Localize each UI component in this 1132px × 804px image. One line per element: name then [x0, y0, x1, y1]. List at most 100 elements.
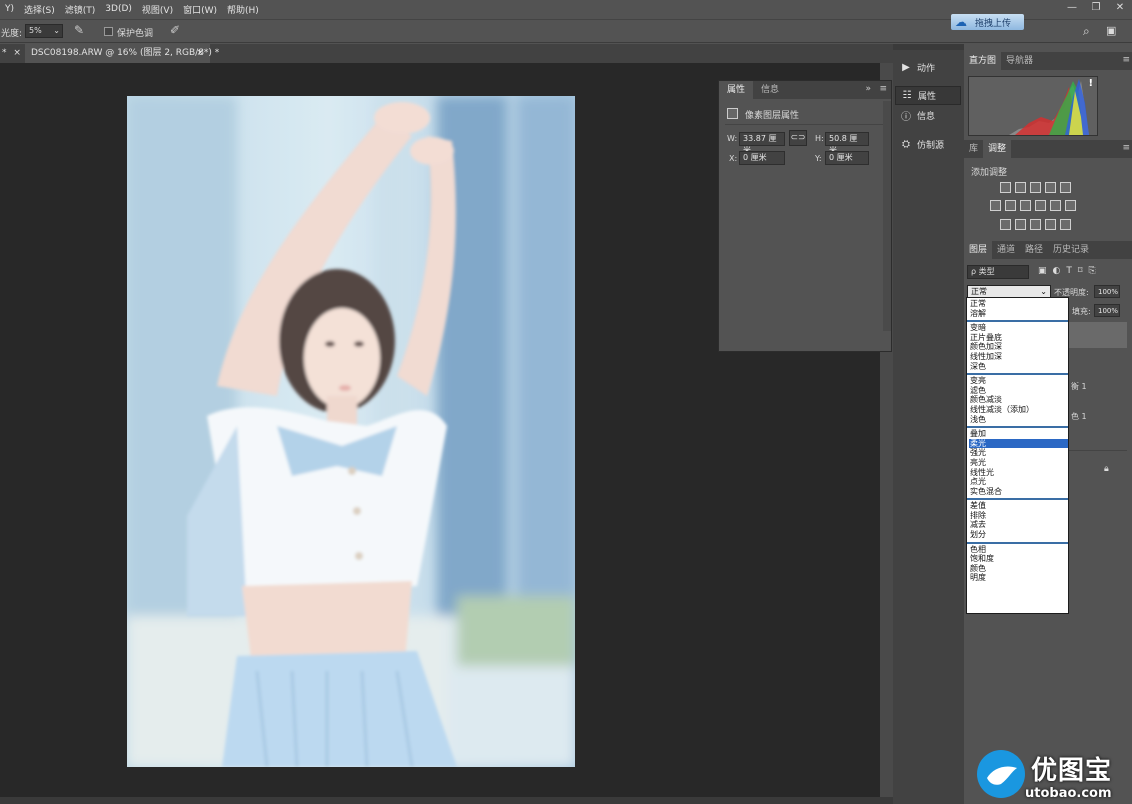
- tab-info[interactable]: 信息: [753, 81, 787, 99]
- protect-tones-label: 保护色调: [117, 29, 154, 39]
- blend-mode-option[interactable]: 明度: [969, 573, 1068, 583]
- hue-saturation-icon[interactable]: [990, 200, 1001, 211]
- tab-current-document[interactable]: DSC08198.ARW @ 16% (图层 2, RGB/8*) * ×: [25, 44, 219, 63]
- cloud-upload-button[interactable]: ☁ 拖拽上传: [951, 14, 1024, 30]
- tab-previous-document[interactable]: * ×: [0, 44, 22, 63]
- blend-mode-option[interactable]: 线性光: [969, 468, 1068, 478]
- blend-mode-option[interactable]: 变暗: [969, 323, 1068, 333]
- blend-mode-option[interactable]: 亮光: [969, 458, 1068, 468]
- layer-row-selected[interactable]: [1067, 322, 1127, 348]
- dock-item-actions[interactable]: ▶ 动作: [895, 58, 961, 77]
- workspace-icon[interactable]: ▣: [1106, 24, 1116, 37]
- menu-item-3d[interactable]: 3D(D): [100, 4, 137, 14]
- blend-mode-option[interactable]: 线性减淡（添加）: [969, 405, 1068, 415]
- tab-paths[interactable]: 路径: [1020, 241, 1048, 259]
- lock-icon[interactable]: 🔒︎: [1104, 464, 1109, 474]
- menu-item-help[interactable]: 帮助(H): [222, 3, 264, 16]
- exposure-select[interactable]: 5% ⌄: [25, 24, 63, 38]
- menu-item-window[interactable]: 窗口(W): [178, 3, 222, 16]
- search-icon[interactable]: ⌕: [1083, 24, 1090, 39]
- properties-scrollbar[interactable]: [883, 101, 891, 331]
- blend-mode-dropdown[interactable]: 正常 溶解变暗 正片叠底 颜色加深 线性加深 深色变亮 滤色 颜色减淡 线性减淡（添加） 浅色叠加…: [966, 297, 1069, 614]
- tab-channels[interactable]: 通道: [992, 241, 1020, 259]
- dock-item-properties[interactable]: ☷ 属性: [895, 86, 961, 105]
- warning-icon[interactable]: !: [1088, 78, 1093, 89]
- layer-filter-select[interactable]: ρ 类型: [967, 265, 1029, 279]
- blend-mode-option[interactable]: 强光: [969, 448, 1068, 458]
- blend-mode-option[interactable]: 差值: [969, 501, 1068, 511]
- curves-icon[interactable]: [1030, 182, 1041, 193]
- collapse-icon[interactable]: »: [865, 84, 871, 94]
- minimize-button[interactable]: —: [1060, 0, 1084, 16]
- blend-mode-option[interactable]: 溶解: [969, 309, 1068, 319]
- blend-mode-option[interactable]: 线性加深: [969, 352, 1068, 362]
- document-image[interactable]: [127, 96, 575, 767]
- tab-adjustments[interactable]: 调整: [983, 140, 1012, 158]
- close-button[interactable]: ✕: [1108, 0, 1132, 16]
- x-field[interactable]: 0 厘米: [739, 151, 785, 165]
- blend-mode-option[interactable]: 深色: [969, 362, 1068, 372]
- color-lookup-icon[interactable]: [1065, 200, 1076, 211]
- blend-mode-option[interactable]: 颜色加深: [969, 342, 1068, 352]
- invert-icon[interactable]: [1000, 219, 1011, 230]
- menu-item-type[interactable]: Y): [0, 4, 19, 14]
- panel-menu-icon[interactable]: ≡: [1122, 143, 1130, 153]
- tab-close-icon[interactable]: ×: [196, 44, 204, 63]
- gradient-map-icon[interactable]: [1060, 219, 1071, 230]
- airbrush-icon[interactable]: ✎: [74, 23, 84, 37]
- layer-row[interactable]: 衡 1: [1067, 374, 1127, 398]
- dock-item-info[interactable]: ⓘ 信息: [895, 106, 961, 125]
- link-icon[interactable]: ⊂⊃: [789, 130, 807, 146]
- blend-mode-option[interactable]: 变亮: [969, 376, 1068, 386]
- tab-properties[interactable]: 属性: [719, 81, 754, 99]
- vibrance-icon[interactable]: [1060, 182, 1071, 193]
- menu-item-filter[interactable]: 滤镜(T): [60, 3, 101, 16]
- panel-menu-icon[interactable]: ≡: [1122, 55, 1130, 65]
- menu-item-view[interactable]: 视图(V): [137, 3, 178, 16]
- tab-history[interactable]: 历史记录: [1048, 241, 1094, 259]
- menu-item-select[interactable]: 选择(S): [19, 3, 60, 16]
- blend-mode-option[interactable]: 正片叠底: [969, 333, 1068, 343]
- blend-mode-option[interactable]: 点光: [969, 477, 1068, 487]
- restore-button[interactable]: ❐: [1084, 0, 1108, 16]
- tab-library[interactable]: 库: [964, 140, 983, 158]
- fill-field[interactable]: 100%: [1094, 304, 1120, 317]
- tab-layers[interactable]: 图层: [964, 241, 993, 259]
- panel-menu-icon[interactable]: ≡: [879, 84, 887, 94]
- photo-filter-icon[interactable]: [1035, 200, 1046, 211]
- layer-filter-icons[interactable]: ▣◐T⌑⎘: [1038, 266, 1128, 278]
- blend-mode-option[interactable]: 减去: [969, 520, 1068, 530]
- exposure-icon[interactable]: [1045, 182, 1056, 193]
- protect-tones-checkbox[interactable]: [104, 27, 113, 36]
- posterize-icon[interactable]: [1015, 219, 1026, 230]
- tab-navigator[interactable]: 导航器: [1001, 52, 1038, 70]
- tab-histogram[interactable]: 直方图: [964, 52, 1002, 70]
- opacity-field[interactable]: 100%: [1094, 285, 1120, 298]
- y-field[interactable]: 0 厘米: [825, 151, 869, 165]
- brightness-icon[interactable]: [1000, 182, 1011, 193]
- blend-mode-option[interactable]: 颜色减淡: [969, 395, 1068, 405]
- color-balance-icon[interactable]: [1005, 200, 1016, 211]
- blend-mode-option[interactable]: 柔光: [969, 438, 1068, 449]
- channel-mixer-icon[interactable]: [1050, 200, 1061, 211]
- blend-mode-option[interactable]: 滤色: [969, 386, 1068, 396]
- blend-mode-option[interactable]: 色相: [969, 545, 1068, 555]
- selective-color-icon[interactable]: [1045, 219, 1056, 230]
- blend-mode-option[interactable]: 正常: [969, 299, 1068, 309]
- threshold-icon[interactable]: [1030, 219, 1041, 230]
- black-white-icon[interactable]: [1020, 200, 1031, 211]
- levels-icon[interactable]: [1015, 182, 1026, 193]
- height-field[interactable]: 50.8 厘米: [825, 132, 869, 155]
- dock-item-clone-source[interactable]: ⛭ 仿制源: [895, 135, 961, 154]
- blend-mode-option[interactable]: 浅色: [969, 415, 1068, 425]
- blend-mode-option[interactable]: 实色混合: [969, 487, 1068, 497]
- blend-mode-option[interactable]: 颜色: [969, 564, 1068, 574]
- tab-close-icon[interactable]: ×: [13, 48, 21, 58]
- width-field[interactable]: 33.87 厘米: [739, 132, 785, 155]
- blend-mode-option[interactable]: 饱和度: [969, 554, 1068, 564]
- blend-mode-option[interactable]: 划分: [969, 530, 1068, 540]
- layer-row[interactable]: 色 1: [1067, 404, 1127, 428]
- blend-mode-option[interactable]: 叠加: [969, 429, 1068, 439]
- pressure-icon[interactable]: ✐: [170, 23, 180, 37]
- dock-grip[interactable]: [893, 44, 964, 50]
